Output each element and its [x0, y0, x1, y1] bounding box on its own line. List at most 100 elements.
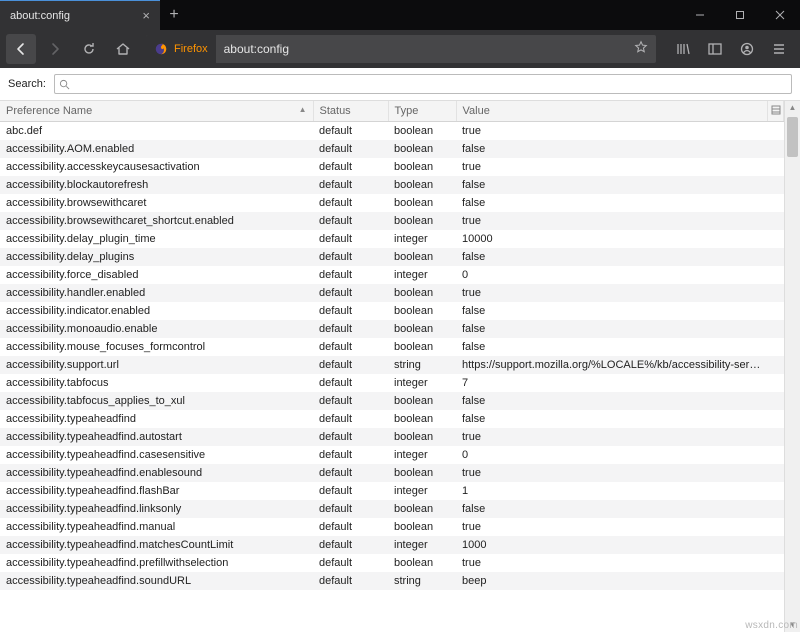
- cell-status: default: [313, 374, 388, 392]
- scrollbar-thumb[interactable]: [787, 117, 798, 157]
- cell-status: default: [313, 554, 388, 572]
- cell-type: integer: [388, 536, 456, 554]
- watermark: wsxdn.com: [745, 620, 798, 631]
- close-window-button[interactable]: [760, 0, 800, 30]
- table-row[interactable]: accessibility.delay_plugin_timedefaultin…: [0, 230, 784, 248]
- app-menu-button[interactable]: [764, 34, 794, 64]
- table-row[interactable]: accessibility.typeaheadfind.autostartdef…: [0, 428, 784, 446]
- cell-type: integer: [388, 446, 456, 464]
- col-header-value[interactable]: Value: [456, 101, 768, 122]
- bookmark-star-icon[interactable]: [626, 40, 656, 59]
- cell-value: 1000: [456, 536, 768, 554]
- cell-status: default: [313, 464, 388, 482]
- url-bar[interactable]: Firefox: [146, 35, 656, 63]
- cell-value: false: [456, 320, 768, 338]
- table-row[interactable]: accessibility.typeaheadfind.linksonlydef…: [0, 500, 784, 518]
- brand-text: Firefox: [174, 43, 208, 55]
- cell-type: boolean: [388, 176, 456, 194]
- back-button[interactable]: [6, 34, 36, 64]
- table-row[interactable]: accessibility.typeaheadfind.casesensitiv…: [0, 446, 784, 464]
- table-row[interactable]: accessibility.force_disableddefaultinteg…: [0, 266, 784, 284]
- search-box[interactable]: [54, 74, 792, 94]
- table-row[interactable]: accessibility.handler.enableddefaultbool…: [0, 284, 784, 302]
- minimize-button[interactable]: [680, 0, 720, 30]
- vertical-scrollbar[interactable]: ▲ ▼: [784, 101, 800, 632]
- new-tab-button[interactable]: +: [160, 0, 188, 30]
- row-trailing-cell: [768, 536, 784, 554]
- pref-search-row: Search:: [0, 68, 800, 101]
- col-header-status[interactable]: Status: [313, 101, 388, 122]
- cell-name: accessibility.delay_plugin_time: [0, 230, 313, 248]
- cell-value: true: [456, 158, 768, 176]
- table-row[interactable]: accessibility.browsewithcaretdefaultbool…: [0, 194, 784, 212]
- table-row[interactable]: accessibility.blockautorefreshdefaultboo…: [0, 176, 784, 194]
- table-row[interactable]: accessibility.AOM.enableddefaultbooleanf…: [0, 140, 784, 158]
- maximize-button[interactable]: [720, 0, 760, 30]
- table-row[interactable]: accessibility.typeaheadfind.manualdefaul…: [0, 518, 784, 536]
- cell-type: string: [388, 356, 456, 374]
- search-label: Search:: [8, 78, 46, 90]
- cell-status: default: [313, 356, 388, 374]
- table-row[interactable]: abc.defdefaultbooleantrue: [0, 122, 784, 141]
- row-trailing-cell: [768, 194, 784, 212]
- col-header-type[interactable]: Type: [388, 101, 456, 122]
- pref-table-scroll[interactable]: Preference Name▲ Status Type Value abc.d…: [0, 101, 784, 632]
- library-button[interactable]: [668, 34, 698, 64]
- row-trailing-cell: [768, 410, 784, 428]
- sidebar-button[interactable]: [700, 34, 730, 64]
- cell-type: boolean: [388, 122, 456, 141]
- row-trailing-cell: [768, 176, 784, 194]
- pref-table-container: Preference Name▲ Status Type Value abc.d…: [0, 101, 800, 632]
- cell-value: false: [456, 338, 768, 356]
- cell-type: boolean: [388, 428, 456, 446]
- table-row[interactable]: accessibility.typeaheadfinddefaultboolea…: [0, 410, 784, 428]
- search-input[interactable]: [74, 78, 787, 90]
- forward-button[interactable]: [40, 34, 70, 64]
- row-trailing-cell: [768, 464, 784, 482]
- cell-type: boolean: [388, 158, 456, 176]
- cell-value: 0: [456, 446, 768, 464]
- column-picker-icon: [771, 105, 781, 115]
- table-row[interactable]: accessibility.monoaudio.enabledefaultboo…: [0, 320, 784, 338]
- table-row[interactable]: accessibility.typeaheadfind.matchesCount…: [0, 536, 784, 554]
- column-picker[interactable]: [768, 101, 784, 122]
- table-row[interactable]: accessibility.accesskeycausesactivationd…: [0, 158, 784, 176]
- url-input[interactable]: [216, 42, 626, 56]
- cell-value: false: [456, 392, 768, 410]
- table-row[interactable]: accessibility.tabfocus_applies_to_xuldef…: [0, 392, 784, 410]
- cell-type: boolean: [388, 248, 456, 266]
- cell-status: default: [313, 338, 388, 356]
- table-row[interactable]: accessibility.indicator.enableddefaultbo…: [0, 302, 784, 320]
- table-row[interactable]: accessibility.browsewithcaret_shortcut.e…: [0, 212, 784, 230]
- table-row[interactable]: accessibility.tabfocusdefaultinteger7: [0, 374, 784, 392]
- cell-status: default: [313, 266, 388, 284]
- row-trailing-cell: [768, 212, 784, 230]
- cell-name: accessibility.typeaheadfind.linksonly: [0, 500, 313, 518]
- table-row[interactable]: accessibility.delay_pluginsdefaultboolea…: [0, 248, 784, 266]
- home-button[interactable]: [108, 34, 138, 64]
- table-row[interactable]: accessibility.mouse_focuses_formcontrold…: [0, 338, 784, 356]
- cell-value: true: [456, 464, 768, 482]
- table-row[interactable]: accessibility.support.urldefaultstringht…: [0, 356, 784, 374]
- cell-type: integer: [388, 374, 456, 392]
- table-row[interactable]: accessibility.typeaheadfind.prefillwiths…: [0, 554, 784, 572]
- account-button[interactable]: [732, 34, 762, 64]
- cell-name: accessibility.support.url: [0, 356, 313, 374]
- cell-name: accessibility.tabfocus_applies_to_xul: [0, 392, 313, 410]
- close-tab-icon[interactable]: ×: [142, 8, 150, 23]
- reload-button[interactable]: [74, 34, 104, 64]
- cell-name: accessibility.blockautorefresh: [0, 176, 313, 194]
- table-row[interactable]: accessibility.typeaheadfind.soundURLdefa…: [0, 572, 784, 590]
- col-header-name[interactable]: Preference Name▲: [0, 101, 313, 122]
- row-trailing-cell: [768, 554, 784, 572]
- cell-value: true: [456, 284, 768, 302]
- cell-value: false: [456, 302, 768, 320]
- scroll-up-icon[interactable]: ▲: [785, 101, 800, 115]
- cell-type: boolean: [388, 392, 456, 410]
- cell-type: boolean: [388, 464, 456, 482]
- cell-name: accessibility.typeaheadfind.autostart: [0, 428, 313, 446]
- table-row[interactable]: accessibility.typeaheadfind.flashBardefa…: [0, 482, 784, 500]
- url-identity-box[interactable]: Firefox: [146, 35, 216, 63]
- browser-tab[interactable]: about:config ×: [0, 0, 160, 30]
- table-row[interactable]: accessibility.typeaheadfind.enablesoundd…: [0, 464, 784, 482]
